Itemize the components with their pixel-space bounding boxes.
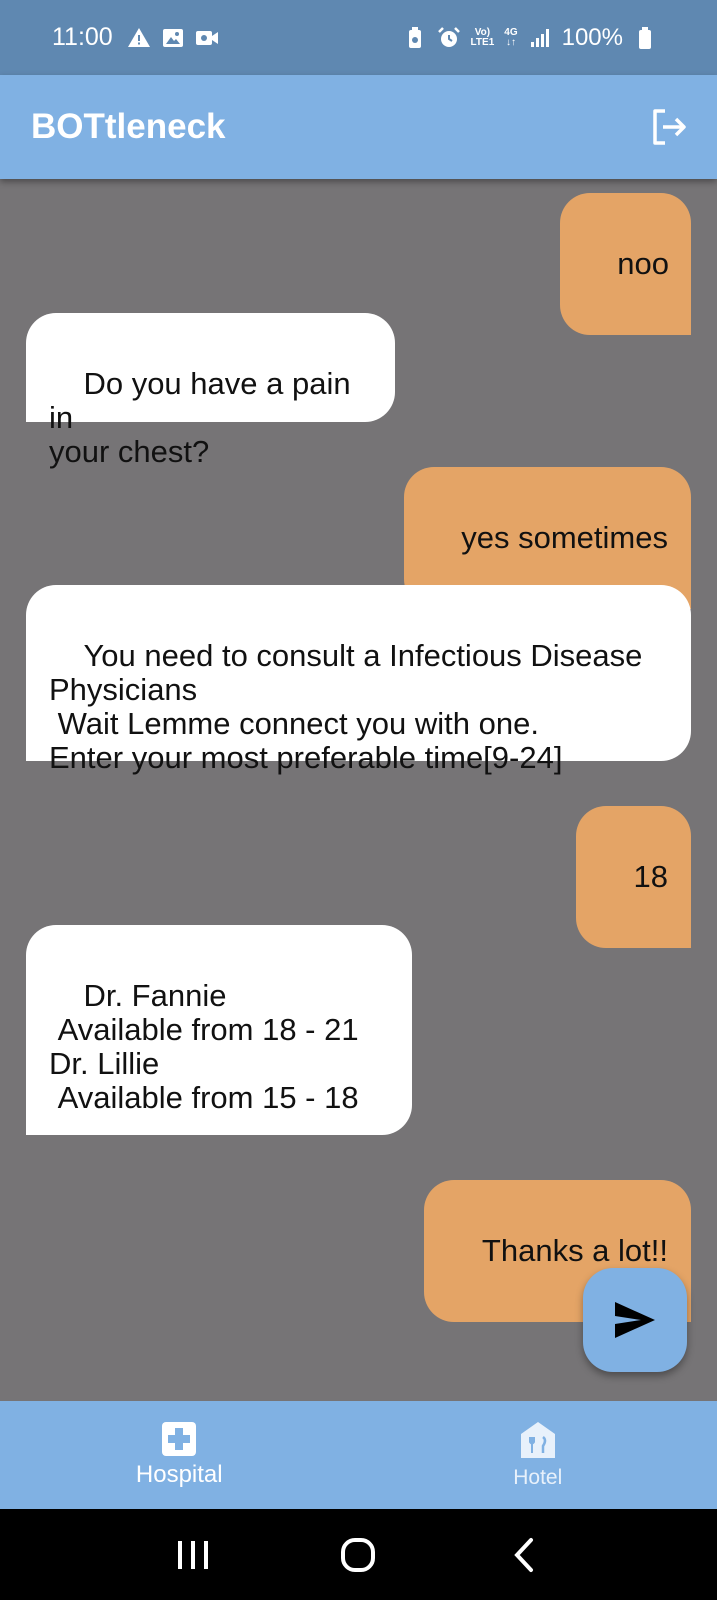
status-time: 11:00 [52,23,113,51]
recent-apps-icon [177,1540,208,1569]
status-left: 11:00 [52,23,219,52]
user-message: noo [559,193,691,335]
logout-button[interactable] [645,103,693,151]
home-button[interactable] [328,1525,388,1585]
bot-message: You need to consult a Infectious Disease… [26,585,691,775]
video-icon [195,26,219,50]
nav-item-hospital[interactable]: Hospital [0,1401,359,1509]
logout-icon [653,109,686,145]
bottom-nav: Hospital Hotel [0,1401,717,1509]
send-icon [615,1302,655,1338]
alarm-icon [437,26,461,50]
network-gen-indicator: 4G ↓↑ [504,26,518,48]
battery-saver-icon [403,26,427,50]
battery-icon [633,26,657,50]
send-button[interactable] [583,1268,687,1372]
nav-item-hotel[interactable]: Hotel [359,1401,717,1509]
warning-icon [127,26,151,50]
hotel-icon [520,1422,555,1458]
nav-label-hotel: Hotel [513,1466,563,1489]
image-icon [161,26,185,50]
back-button[interactable] [494,1525,554,1585]
status-right: Vo) LTE1 4G ↓↑ 100% [403,24,657,52]
hospital-icon [162,1422,197,1456]
bot-message: Dr. Fannie Available from 18 - 21 Dr. Li… [26,925,412,1135]
back-icon [514,1537,534,1572]
volte-indicator: Vo) LTE1 [470,26,495,48]
battery-percent: 100% [561,23,623,51]
recent-apps-button[interactable] [163,1525,223,1585]
app-title: BOTtleneck [31,107,226,146]
bot-message: Do you have a pain in your chest? [26,313,395,469]
home-icon [341,1537,376,1572]
chat-area[interactable]: noo Do you have a pain in your chest? ye… [0,179,717,1401]
nav-label-hospital: Hospital [135,1461,223,1488]
signal-icon [528,26,552,50]
user-message: 18 [576,806,691,948]
system-nav-bar [0,1509,717,1600]
status-bar: 11:00 Vo) LTE1 4G ↓↑ 100% [0,0,717,75]
app-bar: BOTtleneck [0,75,717,179]
